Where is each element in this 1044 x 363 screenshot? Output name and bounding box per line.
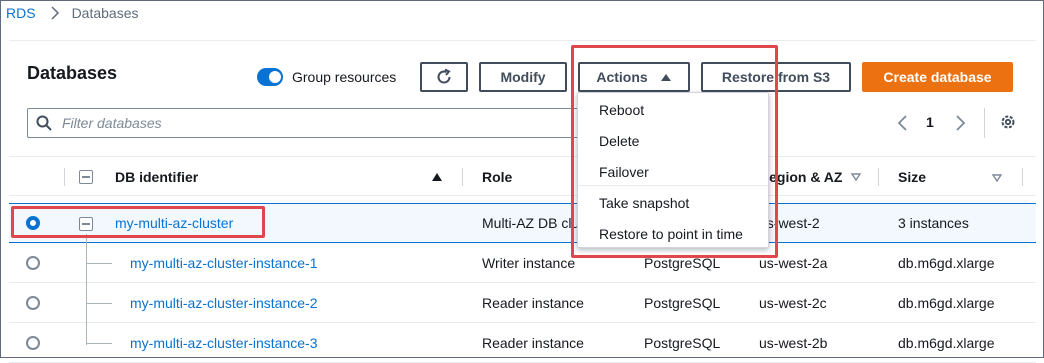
menu-item-reboot[interactable]: Reboot (578, 94, 768, 125)
region-cell: us-west-2a (759, 254, 828, 271)
restore-from-s3-button[interactable]: Restore from S3 (701, 62, 851, 92)
page-number[interactable]: 1 (926, 114, 934, 130)
sort-ascending-icon[interactable] (431, 172, 443, 182)
row-radio[interactable] (26, 296, 40, 310)
size-cell: db.m6gd.xlarge (898, 254, 995, 271)
db-identifier-link[interactable]: my-multi-az-cluster-instance-2 (130, 283, 317, 322)
gear-icon[interactable] (999, 113, 1017, 131)
column-size[interactable]: Size (898, 157, 926, 197)
search-icon (36, 115, 52, 131)
tree-connector (86, 234, 87, 345)
db-identifier-link[interactable]: my-multi-az-cluster-instance-1 (130, 243, 317, 282)
breadcrumb-rds-link[interactable]: RDS (6, 5, 36, 21)
actions-dropdown-menu: Reboot Delete Failover Take snapshot Res… (577, 92, 769, 248)
row-radio[interactable] (26, 336, 40, 350)
role-cell: Reader instance (482, 294, 584, 311)
sort-icon[interactable] (991, 172, 1003, 184)
table-row[interactable]: my-multi-az-cluster-instance-2 Reader in… (9, 283, 1036, 323)
refresh-button[interactable] (420, 62, 468, 92)
chevron-left-icon[interactable] (896, 114, 908, 132)
menu-item-restore-to-point-in-time[interactable]: Restore to point in time (578, 218, 768, 249)
table-row[interactable]: my-multi-az-cluster-instance-1 Writer in… (9, 243, 1036, 283)
tree-connector (86, 303, 112, 304)
size-cell: db.m6gd.xlarge (898, 294, 995, 311)
column-divider (462, 168, 463, 186)
column-db-identifier[interactable]: DB identifier (115, 157, 198, 197)
caret-up-icon (660, 74, 671, 81)
breadcrumb-current: Databases (71, 5, 139, 21)
search-placeholder: Filter databases (62, 115, 162, 131)
menu-item-take-snapshot[interactable]: Take snapshot (578, 187, 768, 218)
group-resources-toggle[interactable] (257, 68, 283, 86)
select-all-checkbox[interactable] (79, 170, 93, 184)
page-title: Databases (27, 63, 118, 83)
region-cell: us-west-2c (759, 294, 827, 311)
column-divider (64, 168, 65, 186)
row-radio[interactable] (26, 216, 40, 230)
table-header: DB identifier Role Region & AZ Size (9, 156, 1036, 196)
filter-databases-input[interactable]: Filter databases (27, 108, 581, 138)
role-cell: Writer instance (482, 254, 576, 271)
size-cell: db.m6gd.xlarge (898, 334, 995, 351)
expand-collapse-toggle[interactable] (79, 217, 93, 231)
sort-icon (851, 173, 862, 182)
menu-item-delete[interactable]: Delete (578, 125, 768, 156)
column-divider (1022, 168, 1023, 186)
create-database-button[interactable]: Create database (862, 62, 1013, 92)
db-identifier-link[interactable]: my-multi-az-cluster (115, 204, 233, 242)
column-divider (878, 168, 879, 186)
group-resources-label: Group resources (292, 69, 397, 85)
row-radio[interactable] (26, 256, 40, 270)
column-role[interactable]: Role (482, 157, 512, 197)
engine-cell: PostgreSQL (644, 334, 721, 351)
table-row[interactable]: my-multi-az-cluster-instance-3 Reader in… (9, 323, 1036, 363)
menu-divider (578, 185, 768, 186)
tree-connector (86, 343, 112, 344)
role-cell: Reader instance (482, 334, 584, 351)
column-region-az-label: Region & AZ (759, 169, 843, 185)
size-cell: 3 instances (898, 215, 969, 231)
chevron-right-icon (50, 6, 60, 20)
column-region-az[interactable]: Region & AZ (759, 157, 862, 197)
toggle-knob (269, 71, 281, 83)
actions-button[interactable]: Actions (578, 62, 690, 92)
refresh-icon (437, 68, 451, 84)
db-identifier-link[interactable]: my-multi-az-cluster-instance-3 (130, 323, 317, 362)
table-row[interactable]: my-multi-az-cluster Multi-AZ DB cluster … (9, 203, 1036, 243)
pager-divider (984, 108, 985, 138)
menu-item-failover[interactable]: Failover (578, 156, 768, 187)
tree-connector (86, 263, 112, 264)
region-cell: us-west-2b (759, 334, 828, 351)
modify-button[interactable]: Modify (479, 62, 567, 92)
actions-label: Actions (596, 69, 648, 85)
breadcrumb: RDS Databases (6, 4, 139, 22)
engine-cell: PostgreSQL (644, 294, 721, 311)
chevron-right-icon[interactable] (955, 114, 967, 132)
